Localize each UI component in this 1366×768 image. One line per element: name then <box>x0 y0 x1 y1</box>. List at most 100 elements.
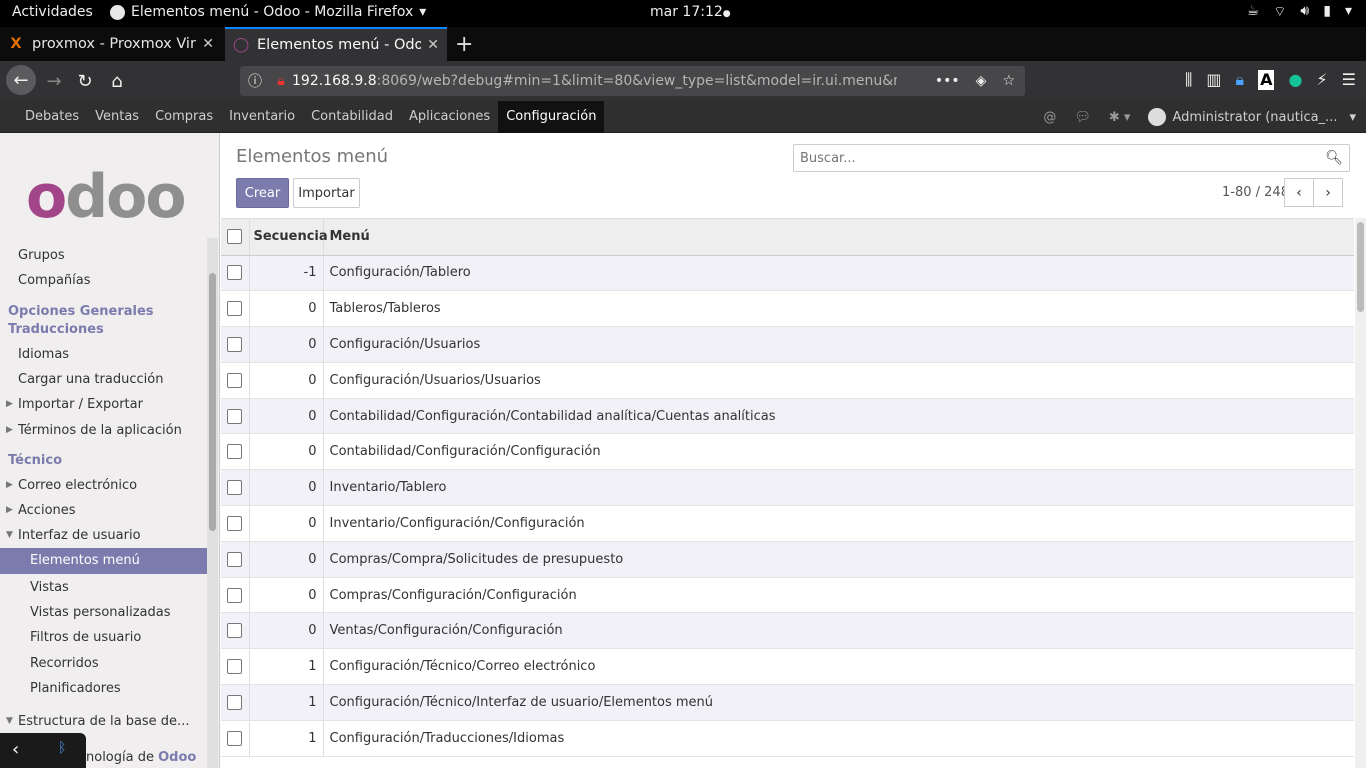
menu-cell[interactable]: Compras/Configuración/Configuración <box>322 577 1354 614</box>
row-checkbox[interactable] <box>227 336 243 352</box>
main-scrollbar-thumb[interactable] <box>1357 222 1364 312</box>
menu-cell[interactable]: Contabilidad/Configuración/Contabilidad … <box>322 398 1354 435</box>
menu-inventario[interactable]: Inventario <box>221 101 303 133</box>
extension-lock-icon[interactable]: 🔒︎ <box>1236 70 1245 90</box>
sidebar-item-interfaz[interactable]: ▼ Interfaz de usuario <box>6 528 141 543</box>
extension-a-icon[interactable]: A <box>1258 70 1275 90</box>
extension-icon[interactable]: ⚡ <box>1316 70 1327 90</box>
back-button[interactable]: ← <box>6 65 36 95</box>
close-icon[interactable]: ✕ <box>427 37 439 53</box>
table-row[interactable]: 0 Configuración/Usuarios <box>221 326 1354 363</box>
sequence-cell[interactable]: 0 <box>248 398 323 435</box>
menu-aplicaciones[interactable]: Aplicaciones <box>401 101 498 133</box>
sidebar-item-correo[interactable]: ▶ Correo electrónico <box>6 478 137 493</box>
menu-cell[interactable]: Configuración/Tablero <box>322 255 1354 292</box>
table-row[interactable]: 0 Inventario/Tablero <box>221 469 1354 507</box>
row-checkbox[interactable] <box>227 694 243 710</box>
sequence-cell[interactable]: 0 <box>248 433 323 471</box>
tab-proxmox[interactable]: X proxmox - Proxmox Virtua ✕ <box>0 27 222 61</box>
sequence-cell[interactable]: 0 <box>248 290 323 328</box>
table-row[interactable]: 0 Contabilidad/Configuración/Configuració… <box>221 433 1354 471</box>
select-all-checkbox[interactable] <box>227 229 243 245</box>
user-menu[interactable]: Administrator (nautica_... ▾ <box>1148 108 1356 126</box>
row-checkbox[interactable] <box>227 408 243 424</box>
menu-cell[interactable]: Configuración/Usuarios <box>322 326 1354 363</box>
sequence-cell[interactable]: 0 <box>248 326 323 363</box>
table-row[interactable]: 1 Configuración/Traducciones/Idiomas <box>221 720 1354 757</box>
menu-contabilidad[interactable]: Contabilidad <box>303 101 401 133</box>
row-checkbox[interactable] <box>227 480 243 496</box>
row-checkbox[interactable] <box>227 551 243 567</box>
odoo-logo[interactable]: odoo <box>26 167 187 227</box>
chat-icon[interactable]: 💬︎ <box>1074 110 1091 125</box>
sidebar-heading-opciones[interactable]: Opciones Generales <box>8 304 154 319</box>
sidebar-icon[interactable]: ▥ <box>1206 70 1221 90</box>
sequence-cell[interactable]: 0 <box>248 505 323 542</box>
table-row[interactable]: 0 Ventas/Configuración/Configuración <box>221 612 1354 650</box>
coffee-icon[interactable]: ☕ <box>1247 3 1260 21</box>
sequence-cell[interactable]: 1 <box>248 684 323 721</box>
menu-cell[interactable]: Inventario/Configuración/Configuración <box>322 505 1354 542</box>
mention-icon[interactable]: @ <box>1043 110 1056 125</box>
library-icon[interactable]: ⫼ <box>1185 70 1192 90</box>
column-header-sequence[interactable]: Secuencia <box>248 219 328 256</box>
row-checkbox[interactable] <box>227 265 243 281</box>
info-icon[interactable]: ⓘ <box>240 71 270 91</box>
hamburger-menu-icon[interactable]: ☰ <box>1342 70 1356 90</box>
column-header-menu[interactable]: Menú <box>322 219 1354 256</box>
sidebar-item-importar-exportar[interactable]: ▶ Importar / Exportar <box>6 397 143 412</box>
forward-button[interactable]: → <box>40 67 68 95</box>
reload-button[interactable]: ↻ <box>71 67 99 95</box>
menu-cell[interactable]: Configuración/Técnico/Correo electrónico <box>322 648 1354 686</box>
home-button[interactable]: ⌂ <box>103 67 131 95</box>
insecure-lock-icon[interactable]: 🔒︎ <box>270 73 292 89</box>
row-checkbox[interactable] <box>227 587 243 603</box>
row-checkbox[interactable] <box>227 623 243 639</box>
menu-compras[interactable]: Compras <box>147 101 221 133</box>
sequence-cell[interactable]: 0 <box>248 362 323 399</box>
chevron-left-icon[interactable]: ‹ <box>12 739 19 760</box>
sidebar-item-tecnologia-odoo[interactable]: nología de Odoo <box>86 750 196 765</box>
pager-next-button[interactable]: › <box>1313 178 1343 207</box>
menu-cell[interactable]: Compras/Compra/Solicitudes de presupuest… <box>322 541 1354 578</box>
bluetooth-icon[interactable]: ᛒ <box>58 740 66 756</box>
sequence-cell[interactable]: 0 <box>248 612 323 650</box>
sequence-cell[interactable]: 1 <box>248 720 323 757</box>
sidebar-heading-traducciones[interactable]: Traducciones <box>8 322 104 337</box>
create-button[interactable]: Crear <box>236 178 289 208</box>
menu-configuracion[interactable]: Configuración <box>498 101 605 133</box>
menu-cell[interactable]: Ventas/Configuración/Configuración <box>322 612 1354 650</box>
table-row[interactable]: 0 Contabilidad/Configuración/Contabilidad… <box>221 398 1354 435</box>
menu-cell[interactable]: Configuración/Usuarios/Usuarios <box>322 362 1354 399</box>
sequence-cell[interactable]: 0 <box>248 541 323 578</box>
search-icon[interactable]: 🔍︎ <box>1325 150 1343 166</box>
new-tab-icon[interactable]: + <box>455 32 473 57</box>
page-actions-icon[interactable]: ••• <box>935 73 960 89</box>
import-button[interactable]: Importar <box>293 178 360 208</box>
debug-bug-icon[interactable]: ✱ ▾ <box>1109 110 1131 125</box>
sidebar-scrollbar-thumb[interactable] <box>209 273 216 531</box>
sequence-cell[interactable]: -1 <box>248 255 323 292</box>
search-box[interactable]: 🔍︎ <box>793 144 1350 172</box>
menu-cell[interactable]: Contabilidad/Configuración/Configuración <box>322 433 1354 471</box>
close-icon[interactable]: ✕ <box>202 36 214 52</box>
sidebar-item-filtros[interactable]: Filtros de usuario <box>30 630 141 645</box>
sidebar-item-idiomas[interactable]: Idiomas <box>18 347 69 362</box>
pocket-icon[interactable]: ◈ <box>976 73 987 89</box>
table-row[interactable]: 1 Configuración/Técnico/Interfaz de usuar… <box>221 684 1354 721</box>
bookmark-star-icon[interactable]: ☆ <box>1002 73 1015 89</box>
search-input[interactable] <box>794 145 1314 171</box>
app-menu[interactable]: Elementos menú - Odoo - Mozilla Firefox … <box>110 4 426 20</box>
sidebar-item-recorridos[interactable]: Recorridos <box>30 656 99 671</box>
table-row[interactable]: 0 Inventario/Configuración/Configuración <box>221 505 1354 542</box>
table-row[interactable]: 0 Configuración/Usuarios/Usuarios <box>221 362 1354 399</box>
sidebar-item-vistas[interactable]: Vistas <box>30 580 69 595</box>
sidebar-heading-tecnico[interactable]: Técnico <box>8 453 62 468</box>
sidebar-item-grupos[interactable]: Grupos <box>18 248 65 263</box>
menu-debates[interactable]: Debates <box>17 101 87 133</box>
sequence-cell[interactable]: 0 <box>248 577 323 614</box>
sidebar-item-acciones[interactable]: ▶ Acciones <box>6 503 76 518</box>
row-checkbox[interactable] <box>227 372 243 388</box>
menu-cell[interactable]: Inventario/Tablero <box>322 469 1354 507</box>
menu-cell[interactable]: Configuración/Técnico/Interfaz de usuari… <box>322 684 1354 721</box>
